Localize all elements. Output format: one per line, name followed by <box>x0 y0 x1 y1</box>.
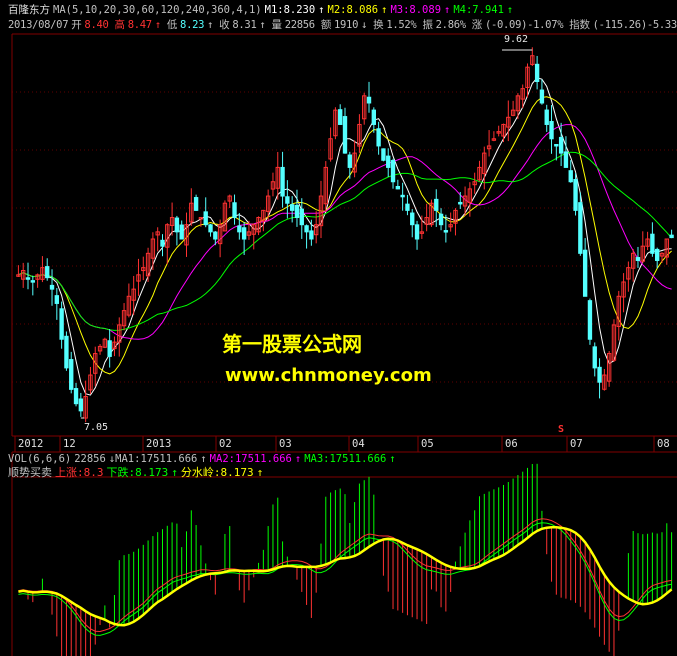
watermark-url: www.chnmoney.com <box>225 365 432 386</box>
time-axis-label: 06 <box>505 438 518 450</box>
up-arrow-icon: ↑ <box>389 453 396 465</box>
candle-body <box>434 198 439 211</box>
candle-body <box>405 203 410 211</box>
candle-body <box>544 109 549 125</box>
time-axis-label: 03 <box>279 438 292 450</box>
up-arrow-icon: ↑ <box>171 466 178 479</box>
candle-body <box>213 231 218 240</box>
candle-body <box>45 266 50 279</box>
indicator-bars <box>27 463 673 656</box>
candle-body <box>410 212 415 226</box>
candle-body <box>160 239 165 247</box>
indicator-name: 顺势买卖 <box>8 466 52 479</box>
candle-body <box>174 217 180 233</box>
volume-header: VOL(6,6,6) 22856 ↓MA1:17511.666 ↑ MA2:17511.… <box>8 453 399 466</box>
ma20-line <box>18 124 672 340</box>
candle-body <box>395 185 401 190</box>
indicator-header: 顺势买卖 上涨:8.3 下跌:8.173 ↑ 分水岭:8.173 ↑ <box>8 466 266 479</box>
candle-body <box>458 201 463 205</box>
time-axis-label: 08 <box>657 438 670 450</box>
time-axis-label: 02 <box>219 438 232 450</box>
candle-body <box>371 109 376 125</box>
candle-body <box>289 204 295 211</box>
candle-body <box>414 224 420 240</box>
candle-body <box>573 178 578 211</box>
candle-body <box>582 249 588 297</box>
candle-body <box>208 224 213 233</box>
candle-body <box>78 398 84 412</box>
low-price-marker: 7.05 <box>84 422 109 433</box>
candle-body <box>587 300 593 340</box>
indicator-divide: 分水岭:8.173 <box>180 466 254 479</box>
candle-body <box>304 225 309 233</box>
time-axis-label: 2012 <box>18 438 44 450</box>
candle-body <box>49 284 55 290</box>
time-axis-label: 05 <box>421 438 434 450</box>
candle-body <box>299 208 304 226</box>
up-arrow-icon: ↑ <box>200 453 207 465</box>
candle-body <box>54 295 60 304</box>
time-axis-label: 04 <box>352 438 365 450</box>
candle-body <box>241 227 247 240</box>
candle-body <box>563 151 569 168</box>
candle-body <box>669 234 674 239</box>
candle-body <box>578 202 583 254</box>
candle-body <box>376 128 381 147</box>
candle-body <box>73 388 79 405</box>
time-axis-ticks <box>14 436 655 452</box>
candle-body <box>534 63 540 83</box>
candle-body <box>285 196 290 204</box>
candle-body <box>443 230 449 233</box>
vol-ma2: MA2:17511.666 <box>209 453 292 465</box>
vol-value: 22856 <box>74 453 106 465</box>
candle-body <box>635 257 641 261</box>
candle-body <box>342 116 348 154</box>
vol-ma3: MA3:17511.666 <box>304 453 387 465</box>
candle-body <box>597 366 602 383</box>
indicator-down: 下跌:8.173 <box>106 466 169 479</box>
candle-body <box>25 277 31 280</box>
candle-body <box>366 96 372 104</box>
up-arrow-icon: ↑ <box>256 466 264 479</box>
candle-body <box>338 109 343 125</box>
candle-body <box>193 197 199 211</box>
candle-body <box>592 346 597 369</box>
candle-body <box>64 335 69 369</box>
candle-body <box>107 340 112 357</box>
candle-body <box>400 194 405 198</box>
candle-body <box>232 202 237 219</box>
candle-body <box>347 154 352 168</box>
candle-body <box>237 225 242 233</box>
candle-body <box>179 224 184 240</box>
candle-body <box>390 160 396 183</box>
candle-body <box>30 280 35 283</box>
sell-signal-marker: S <box>558 424 565 435</box>
candle-body <box>655 248 660 261</box>
high-price-marker: 9.62 <box>504 34 529 45</box>
candle-body <box>386 155 391 168</box>
candle-body <box>558 136 564 154</box>
candle-body <box>59 308 64 340</box>
candle-body <box>203 211 208 226</box>
ma30-line <box>18 151 672 331</box>
indicator-up: 上涨:8.3 <box>55 466 104 479</box>
candle-body <box>568 170 573 183</box>
candle-body <box>381 148 386 161</box>
candle-body <box>549 121 554 140</box>
time-axis-label: 07 <box>570 438 583 450</box>
time-axis-label: 12 <box>63 438 76 450</box>
candle-body <box>69 359 74 390</box>
candle-body <box>294 204 300 219</box>
candle-body <box>650 233 655 254</box>
candle-body <box>539 89 545 104</box>
watermark-title: 第一股票公式网 <box>222 332 362 356</box>
time-axis-label: 2013 <box>146 438 172 450</box>
candle-body <box>280 166 285 197</box>
vol-ma1: MA1:17511.666 <box>115 453 198 465</box>
up-arrow-icon: ↑ <box>294 453 302 465</box>
candle-body <box>438 213 444 226</box>
candle-body <box>554 143 559 147</box>
vol-label: VOL(6,6,6) <box>8 453 72 465</box>
candle-body <box>309 230 314 240</box>
